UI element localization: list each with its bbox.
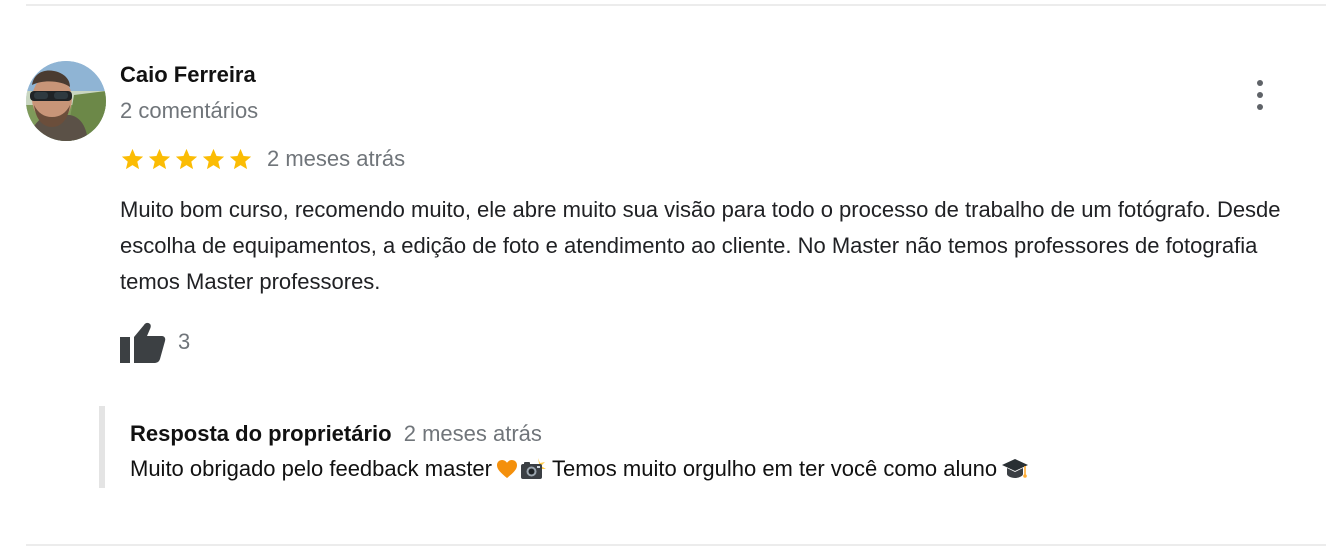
thumbs-up-icon (120, 322, 166, 363)
reply-text-end: Temos muito orgulho em ter você como alu… (552, 456, 998, 481)
graduation-cap-icon (1002, 459, 1029, 478)
like-row: 3 (120, 320, 190, 364)
reply-text: Muito obrigado pelo feedback master Temo… (130, 456, 1035, 482)
star-icon (121, 148, 144, 169)
review-text: Muito bom curso, recomendo muito, ele ab… (120, 197, 1281, 294)
more-vert-icon (1257, 80, 1263, 86)
author-avatar[interactable] (26, 61, 106, 141)
reply-date: 2 meses atrás (403, 421, 542, 446)
more-vert-icon-dot (1257, 92, 1263, 98)
rating-row: 2 meses atrás (120, 143, 405, 175)
review-date: 2 meses atrás (267, 146, 406, 171)
camera-flash-icon (521, 458, 546, 479)
reply-emoji-end (1001, 457, 1029, 481)
star-icon (202, 148, 225, 169)
more-options-button[interactable] (1246, 78, 1274, 112)
author-name[interactable]: Caio Ferreira (120, 62, 256, 88)
author-review-count[interactable]: 2 comentários (120, 98, 258, 124)
reply-header: Resposta do proprietário 2 meses atrás (130, 421, 542, 447)
like-count: 3 (178, 329, 191, 354)
reply-emojis (496, 458, 546, 480)
like-button[interactable] (120, 320, 168, 364)
bottom-divider (26, 544, 1326, 546)
review-card: Caio Ferreira 2 comentários 2 meses atrá… (0, 0, 1336, 552)
star-rating (120, 147, 253, 172)
reply-text-start: Muito obrigado pelo feedback master (130, 456, 492, 481)
owner-reply: Resposta do proprietário 2 meses atrás M… (99, 406, 1279, 488)
reply-title: Resposta do proprietário (130, 421, 392, 446)
star-icon (229, 148, 252, 169)
star-icon (175, 148, 198, 169)
avatar-photo (26, 61, 106, 141)
star-icon (148, 148, 171, 169)
more-vert-icon-dot (1257, 104, 1263, 110)
orange-heart-icon (497, 460, 517, 478)
